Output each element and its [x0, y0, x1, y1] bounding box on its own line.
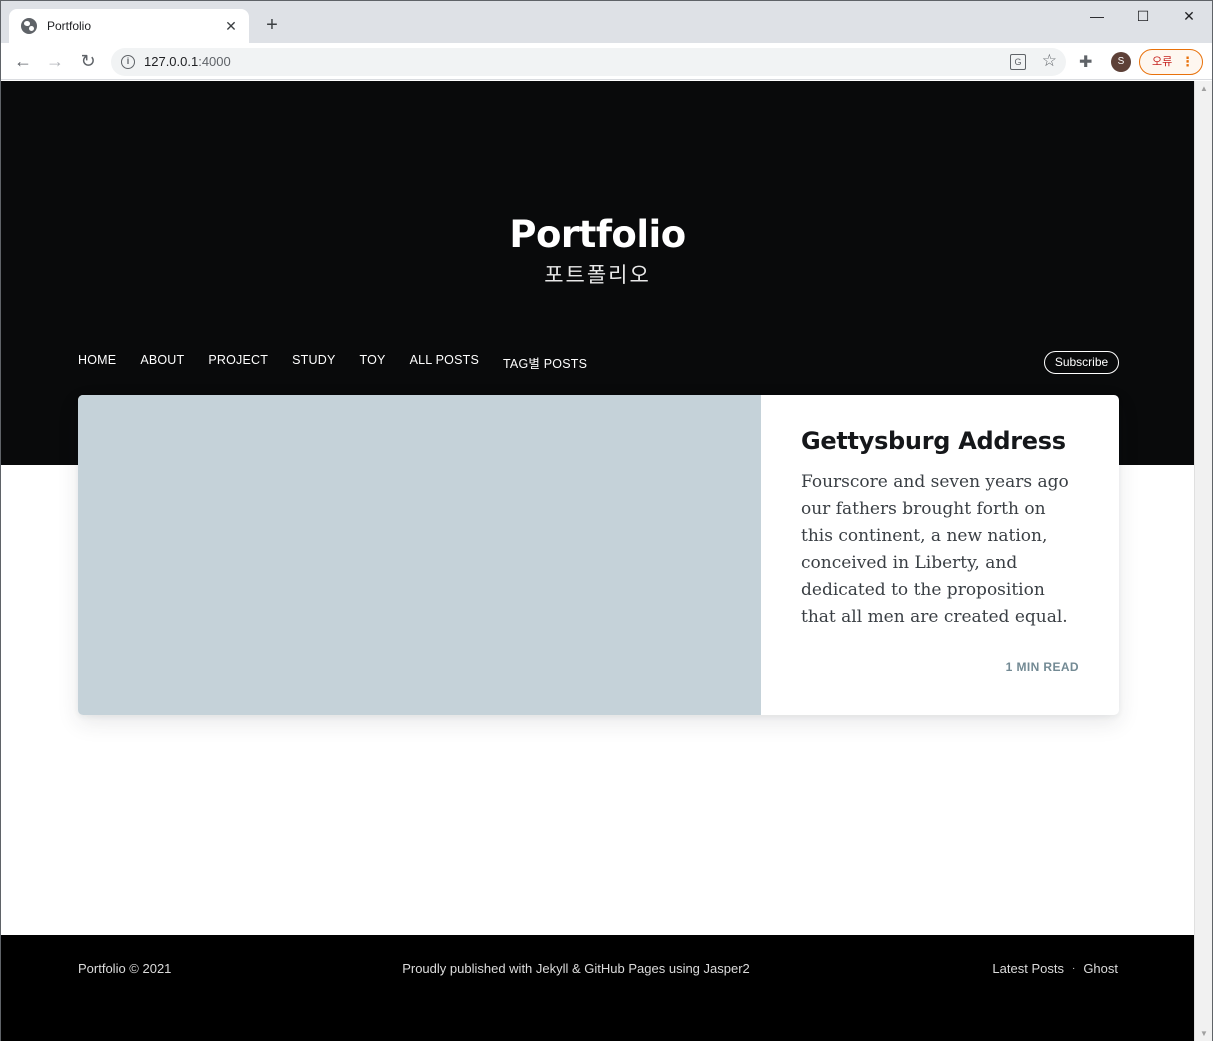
globe-icon	[21, 18, 37, 34]
close-window-button[interactable]: ✕	[1166, 5, 1212, 27]
browser-tab[interactable]: Portfolio ✕	[9, 9, 249, 43]
footer-link-ghost[interactable]: Ghost	[1083, 961, 1118, 976]
post-card[interactable]: Gettysburg Address Fourscore and seven y…	[78, 395, 1119, 715]
nav-home[interactable]: HOME	[78, 353, 116, 372]
site-description: 포트폴리오	[544, 264, 651, 287]
nav-study[interactable]: STUDY	[292, 353, 335, 372]
site-title[interactable]: Portfolio	[1, 213, 1194, 256]
nav-tag-posts[interactable]: TAG별 POSTS	[503, 353, 587, 372]
footer-links: Latest Posts · Ghost	[992, 961, 1118, 976]
site-nav: HOME ABOUT PROJECT STUDY TOY ALL POSTS T…	[78, 353, 587, 372]
profile-avatar[interactable]: S	[1111, 52, 1131, 72]
tab-title: Portfolio	[47, 19, 92, 33]
forward-arrow-icon[interactable]: →	[43, 49, 67, 73]
reading-time: 1 MIN READ	[1005, 660, 1079, 674]
url-host: 127.0.0.1	[144, 54, 199, 69]
new-tab-button[interactable]: +	[261, 14, 283, 36]
post-title[interactable]: Gettysburg Address	[801, 425, 1079, 457]
browser-tabstrip: Portfolio ✕ + — ☐ ✕	[1, 1, 1212, 43]
minimize-button[interactable]: —	[1074, 5, 1120, 27]
nav-toy[interactable]: TOY	[360, 353, 386, 372]
kebab-menu-icon[interactable]: ⋮	[1181, 50, 1194, 74]
scroll-up-arrow-icon[interactable]: ▲	[1200, 84, 1208, 93]
post-excerpt: Fourscore and seven years ago our father…	[801, 472, 1069, 627]
back-arrow-icon[interactable]: ←	[11, 49, 35, 73]
scroll-down-arrow-icon[interactable]: ▼	[1200, 1029, 1208, 1038]
nav-all-posts[interactable]: ALL POSTS	[410, 353, 479, 372]
reload-icon[interactable]: ↻	[76, 49, 100, 73]
footer-credit: Proudly published with Jekyll & GitHub P…	[402, 961, 750, 976]
maximize-button[interactable]: ☐	[1120, 5, 1166, 27]
nav-project[interactable]: PROJECT	[208, 353, 268, 372]
post-card-image[interactable]	[78, 395, 761, 715]
nav-about[interactable]: ABOUT	[140, 353, 184, 372]
footer-separator: ·	[1071, 963, 1076, 974]
post-card-content: Gettysburg Address Fourscore and seven y…	[761, 395, 1119, 715]
address-bar[interactable]: i 127.0.0.1:4000 G ☆	[111, 48, 1066, 76]
subscribe-button[interactable]: Subscribe	[1044, 351, 1119, 374]
extensions-puzzle-icon[interactable]: ✚	[1079, 52, 1092, 72]
error-label: 오류	[1152, 56, 1173, 68]
error-indicator-button[interactable]: 오류 ⋮	[1139, 49, 1203, 75]
page-viewport: Portfolio 포트폴리오 HOME ABOUT PROJECT STUDY…	[1, 81, 1194, 1041]
site-footer: Portfolio © 2021 Proudly published with …	[1, 935, 1194, 1041]
url-port: :4000	[198, 54, 231, 69]
browser-toolbar: ← → ↻ i 127.0.0.1:4000 G ☆ ✚	[1, 43, 1212, 80]
translate-icon[interactable]: G	[1010, 54, 1026, 70]
footer-link-latest-posts[interactable]: Latest Posts	[992, 961, 1064, 976]
vertical-scrollbar[interactable]: ▲ ▼	[1194, 81, 1212, 1041]
url-text: 127.0.0.1:4000	[144, 54, 231, 69]
bookmark-star-icon[interactable]: ☆	[1042, 51, 1057, 71]
tab-close-icon[interactable]: ✕	[223, 18, 239, 35]
info-icon[interactable]: i	[121, 55, 135, 69]
